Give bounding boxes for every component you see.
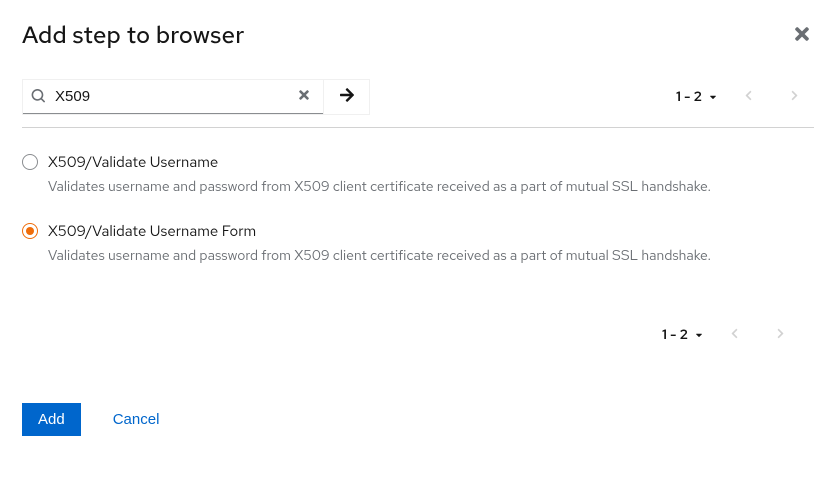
pagination-bottom-wrap: 1 - 2 — [22, 317, 814, 353]
page-prev-button[interactable] — [714, 317, 754, 353]
radio-button[interactable] — [22, 154, 38, 170]
search-submit-button[interactable] — [323, 80, 369, 114]
page-range-text: 1 - 2 — [662, 326, 688, 344]
option-row: X509/Validate Username Validates usernam… — [22, 152, 814, 198]
cancel-button[interactable]: Cancel — [97, 403, 176, 436]
caret-down-icon — [694, 330, 704, 340]
modal-header: Add step to browser — [22, 22, 814, 51]
option-row: X509/Validate Username Form Validates us… — [22, 221, 814, 267]
add-button[interactable]: Add — [22, 403, 81, 436]
add-step-modal: Add step to browser — [0, 0, 836, 458]
page-range-text: 1 - 2 — [676, 88, 702, 106]
search-input[interactable] — [53, 87, 293, 106]
chevron-right-icon — [775, 327, 786, 342]
option-body: X509/Validate Username Form Validates us… — [48, 221, 814, 267]
radio-button[interactable] — [22, 223, 38, 239]
option-body: X509/Validate Username Validates usernam… — [48, 152, 814, 198]
clear-search-button[interactable] — [293, 84, 315, 109]
modal-title: Add step to browser — [22, 22, 244, 51]
modal-footer: Add Cancel — [22, 403, 814, 436]
option-title[interactable]: X509/Validate Username Form — [48, 221, 814, 241]
caret-down-icon — [708, 92, 718, 102]
page-range-dropdown[interactable]: 1 - 2 — [672, 82, 722, 112]
page-next-button[interactable] — [774, 79, 814, 115]
option-description: Validates username and password from X50… — [48, 247, 814, 267]
close-icon — [792, 32, 812, 47]
pagination-top: 1 - 2 — [672, 79, 814, 115]
search-icon — [31, 89, 45, 103]
times-icon — [297, 88, 311, 105]
pagination-bottom: 1 - 2 — [658, 317, 800, 353]
search-group — [22, 79, 370, 115]
option-title[interactable]: X509/Validate Username — [48, 152, 814, 172]
chevron-left-icon — [729, 327, 740, 342]
divider — [22, 127, 814, 128]
page-range-dropdown[interactable]: 1 - 2 — [658, 320, 708, 350]
option-description: Validates username and password from X50… — [48, 178, 814, 198]
arrow-right-icon — [339, 87, 355, 106]
chevron-right-icon — [789, 89, 800, 104]
page-prev-button[interactable] — [728, 79, 768, 115]
toolbar: 1 - 2 — [22, 79, 814, 115]
close-button[interactable] — [790, 22, 814, 48]
page-next-button[interactable] — [760, 317, 800, 353]
search-box — [23, 80, 323, 114]
chevron-left-icon — [743, 89, 754, 104]
